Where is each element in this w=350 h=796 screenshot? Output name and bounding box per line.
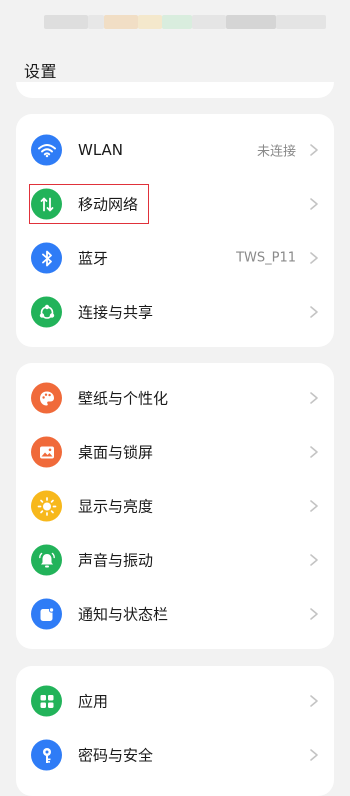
- settings-row-value: 未连接: [256, 144, 296, 160]
- chevron-right-icon: [310, 198, 318, 210]
- settings-row-desktop-lockscreen[interactable]: 桌面与锁屏: [16, 425, 334, 479]
- settings-row-mobile-network[interactable]: 移动网络: [16, 177, 334, 231]
- image-icon: [31, 436, 62, 468]
- settings-row-connection-sharing[interactable]: 连接与共享: [16, 285, 334, 339]
- bluetooth-icon: [31, 242, 62, 274]
- chevron-right-icon: [310, 446, 318, 458]
- settings-row-notification-statusbar[interactable]: 通知与状态栏: [16, 587, 334, 641]
- settings-row-password-security[interactable]: 密码与安全: [16, 728, 334, 782]
- status-bar-redacted: [138, 15, 162, 29]
- settings-row-wallpaper[interactable]: 壁纸与个性化: [16, 371, 334, 425]
- previous-card-edge: [16, 82, 334, 98]
- status-bar: [0, 0, 350, 40]
- settings-row-label: 密码与安全: [78, 746, 154, 765]
- personalization-card: 壁纸与个性化 桌面与锁屏 显示与亮度 声音与振动 通知与状态栏: [16, 363, 334, 649]
- chevron-right-icon: [310, 608, 318, 620]
- settings-row-label: 声音与振动: [78, 551, 154, 570]
- apps-security-card: 应用 密码与安全: [16, 666, 334, 796]
- share-icon: [31, 296, 62, 328]
- chevron-right-icon: [310, 749, 318, 761]
- key-icon: [31, 739, 62, 771]
- chevron-right-icon: [310, 500, 318, 512]
- chevron-right-icon: [310, 695, 318, 707]
- apps-grid-icon: [31, 685, 62, 717]
- status-bar-redacted: [88, 15, 104, 29]
- status-bar-redacted: [276, 15, 326, 29]
- connectivity-card: WLAN 未连接 移动网络 蓝牙 TWS_P11 连接与共享: [16, 114, 334, 347]
- settings-row-label: 移动网络: [78, 195, 139, 214]
- status-bar-redacted: [192, 15, 226, 29]
- settings-row-label: 应用: [78, 692, 109, 711]
- chevron-right-icon: [310, 554, 318, 566]
- settings-row-bluetooth[interactable]: 蓝牙 TWS_P11: [16, 231, 334, 285]
- settings-row-label: 壁纸与个性化: [78, 389, 169, 408]
- settings-row-label: WLAN: [78, 141, 124, 159]
- chevron-right-icon: [310, 306, 318, 318]
- mobile-data-icon: [31, 188, 62, 220]
- settings-row-label: 通知与状态栏: [78, 605, 169, 624]
- chevron-right-icon: [310, 144, 318, 156]
- status-bar-redacted: [162, 15, 192, 29]
- settings-row-apps[interactable]: 应用: [16, 674, 334, 728]
- palette-icon: [31, 382, 62, 414]
- sun-icon: [31, 490, 62, 522]
- chevron-right-icon: [310, 392, 318, 404]
- status-bar-redacted: [44, 15, 88, 29]
- notification-icon: [31, 598, 62, 630]
- settings-row-value: TWS_P11: [236, 250, 296, 266]
- status-bar-redacted: [226, 15, 276, 29]
- settings-row-label: 桌面与锁屏: [78, 443, 154, 462]
- settings-row-wlan[interactable]: WLAN 未连接: [16, 123, 334, 177]
- chevron-right-icon: [310, 252, 318, 264]
- settings-row-display-brightness[interactable]: 显示与亮度: [16, 479, 334, 533]
- bell-icon: [31, 544, 62, 576]
- page-title: 设置: [24, 62, 58, 81]
- wifi-icon: [31, 134, 62, 166]
- settings-row-label: 连接与共享: [78, 303, 154, 322]
- settings-row-label: 蓝牙: [78, 249, 109, 268]
- status-bar-redacted: [104, 15, 138, 29]
- settings-row-label: 显示与亮度: [78, 497, 154, 516]
- settings-row-sound-vibration[interactable]: 声音与振动: [16, 533, 334, 587]
